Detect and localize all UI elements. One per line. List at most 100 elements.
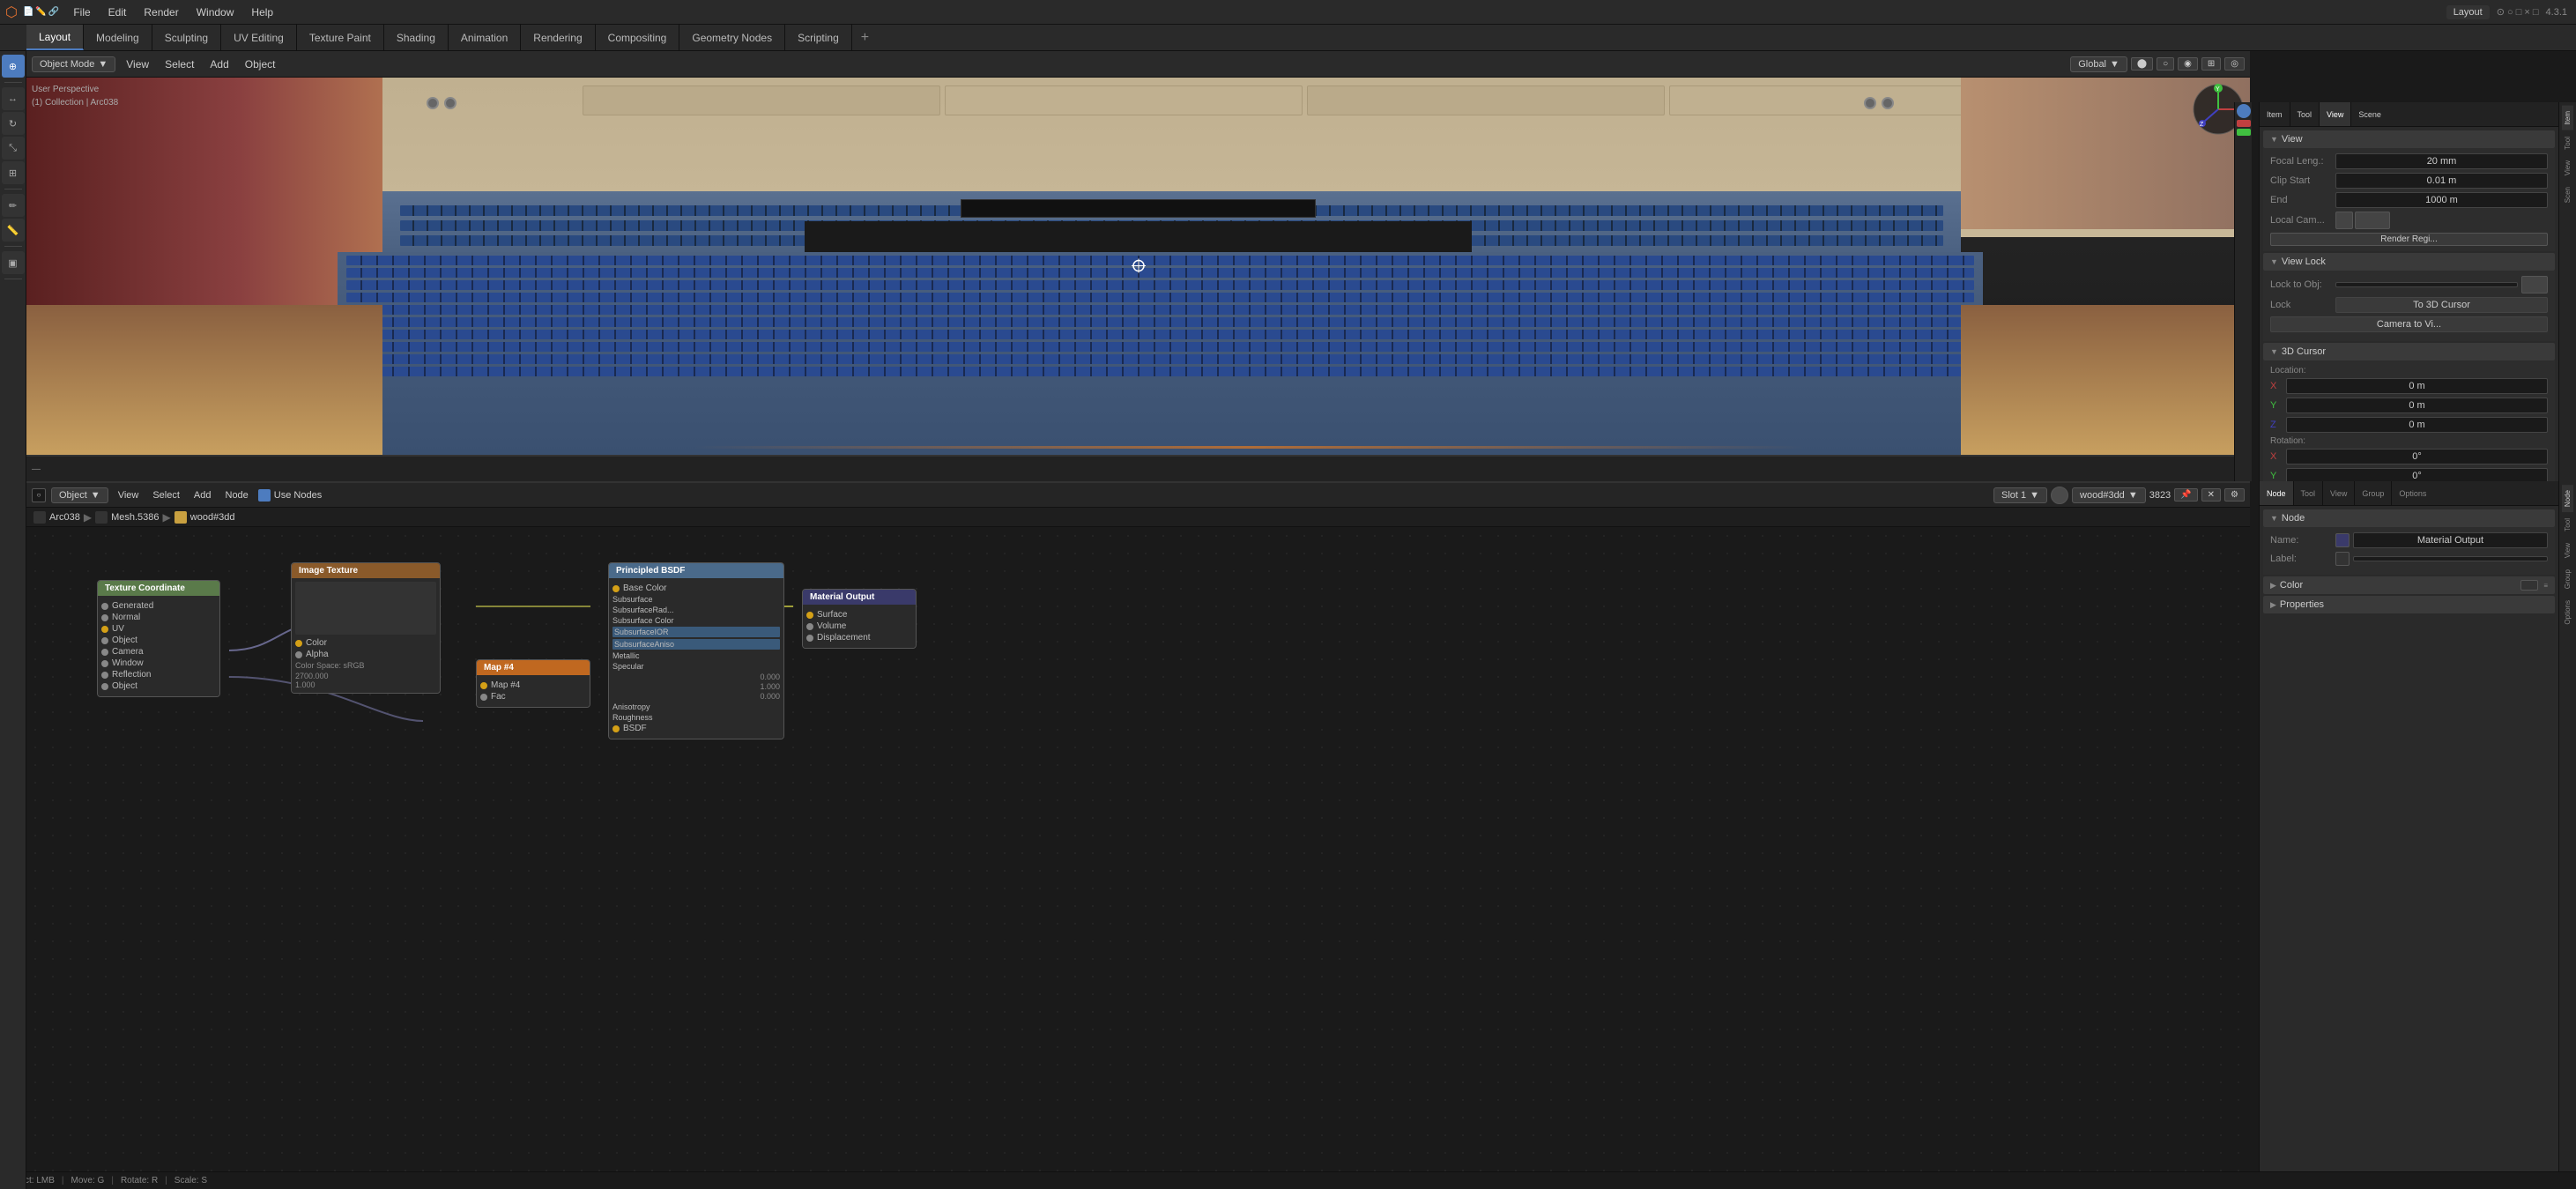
node-view-menu[interactable]: View xyxy=(114,483,144,507)
cursor-tool[interactable]: ⊕ xyxy=(2,55,25,78)
use-nodes-checkbox[interactable] xyxy=(258,489,271,502)
tab-shading[interactable]: Shading xyxy=(384,25,449,50)
viewport-gizmo-btn[interactable]: ◎ xyxy=(2224,57,2245,71)
node-name-input[interactable]: Material Output xyxy=(2353,532,2548,548)
local-cam-toggle[interactable] xyxy=(2335,212,2353,229)
menu-edit[interactable]: Edit xyxy=(100,0,136,24)
cursor-3d-header[interactable]: ▼ 3D Cursor xyxy=(2263,343,2555,360)
tab-layout[interactable]: Layout xyxy=(26,25,84,50)
color-options-icon[interactable]: ≡ xyxy=(2543,582,2548,590)
node-mode-dropdown[interactable]: Object ▼ xyxy=(51,487,108,503)
cursor-rx-input[interactable]: 0° xyxy=(2286,449,2548,464)
clip-start-input[interactable]: 0.01 m xyxy=(2335,173,2548,189)
far-tab-view[interactable]: View xyxy=(2562,155,2573,181)
tab-sculpting[interactable]: Sculpting xyxy=(152,25,221,50)
node-object-icon[interactable]: ○ xyxy=(32,488,46,502)
principled-bsdf-node[interactable]: Principled BSDF Base Color Subsurface Su… xyxy=(608,562,784,739)
menu-render[interactable]: Render xyxy=(135,0,187,24)
material-preview-btn[interactable] xyxy=(2237,129,2251,136)
view-mode-btn[interactable] xyxy=(2237,104,2251,118)
far-node-tab-tool[interactable]: Tool xyxy=(2562,513,2573,537)
node-tab-view[interactable]: View xyxy=(2323,481,2355,505)
viewport-shading-solid[interactable]: ⬤ xyxy=(2131,57,2153,71)
viewport-shading-material[interactable]: ○ xyxy=(2157,57,2174,71)
node-node-menu[interactable]: Node xyxy=(221,483,253,507)
lock-obj-toggle[interactable] xyxy=(2521,276,2548,294)
local-cam-select[interactable] xyxy=(2355,212,2390,229)
tab-texture-paint[interactable]: Texture Paint xyxy=(297,25,384,50)
texture-coordinate-node[interactable]: Texture Coordinate Generated Normal UV O… xyxy=(97,580,220,697)
tab-compositing[interactable]: Compositing xyxy=(596,25,680,50)
add-cube-tool[interactable]: ▣ xyxy=(2,251,25,274)
far-tab-item[interactable]: Item xyxy=(2562,106,2573,130)
node-tab-tool[interactable]: Tool xyxy=(2294,481,2324,505)
cursor-x-input[interactable]: 0 m xyxy=(2286,378,2548,394)
rotate-tool[interactable]: ↻ xyxy=(2,112,25,135)
render-preview-btn[interactable] xyxy=(2237,120,2251,127)
node-tab-group[interactable]: Group xyxy=(2355,481,2392,505)
cursor-y-input[interactable]: 0 m xyxy=(2286,398,2548,413)
tab-rendering[interactable]: Rendering xyxy=(521,25,595,50)
tab-animation[interactable]: Animation xyxy=(449,25,521,50)
node-options-btn[interactable]: ⚙ xyxy=(2224,488,2245,502)
node-canvas[interactable]: Texture Coordinate Generated Normal UV O… xyxy=(26,527,2250,1189)
node-add-menu[interactable]: Add xyxy=(189,483,216,507)
view-lock-header[interactable]: ▼ View Lock xyxy=(2263,253,2555,271)
viewport-3d[interactable]: User Perspective (1) Collection | Arc038 xyxy=(26,78,2250,457)
node-pin-btn[interactable]: 📌 xyxy=(2174,488,2197,502)
node-section-header[interactable]: ▼ Node xyxy=(2263,509,2555,527)
material-output-node[interactable]: Material Output Surface Volume Displacem… xyxy=(802,589,917,649)
viewport-shading-render[interactable]: ◉ xyxy=(2178,57,2198,71)
far-tab-scene[interactable]: Scen xyxy=(2562,182,2573,208)
transform-tool[interactable]: ⊞ xyxy=(2,161,25,184)
menu-window[interactable]: Window xyxy=(188,0,243,24)
far-node-tab-group[interactable]: Group xyxy=(2562,564,2573,594)
tab-tool[interactable]: Tool xyxy=(2290,102,2320,126)
node-label-input[interactable] xyxy=(2353,556,2548,561)
node-tab-node[interactable]: Node xyxy=(2260,481,2294,505)
lock-to-obj-input[interactable] xyxy=(2335,282,2518,287)
viewport-select-menu[interactable]: Select xyxy=(160,51,199,77)
image-texture-node[interactable]: Image Texture Color Alpha Color Space: s… xyxy=(291,562,441,694)
tab-scripting[interactable]: Scripting xyxy=(785,25,852,50)
tab-modeling[interactable]: Modeling xyxy=(84,25,152,50)
far-node-tab-options[interactable]: Options xyxy=(2562,595,2573,630)
view-section-header[interactable]: ▼ View xyxy=(2263,130,2555,148)
annotate-tool[interactable]: ✏ xyxy=(2,194,25,217)
menu-help[interactable]: Help xyxy=(242,0,282,24)
properties-section-header[interactable]: ▶ Properties xyxy=(2263,596,2555,613)
node-close-btn[interactable]: ✕ xyxy=(2201,488,2221,502)
cursor-z-input[interactable]: 0 m xyxy=(2286,417,2548,433)
use-nodes-toggle[interactable]: Use Nodes xyxy=(258,489,322,502)
camera-to-view-btn[interactable]: Camera to Vi... xyxy=(2270,316,2548,332)
tab-geometry-nodes[interactable]: Geometry Nodes xyxy=(679,25,785,50)
tab-scene[interactable]: Scene xyxy=(2351,102,2388,126)
lock-to-cursor-btn[interactable]: To 3D Cursor xyxy=(2335,297,2548,313)
node-select-menu[interactable]: Select xyxy=(148,483,184,507)
viewport-object-menu[interactable]: Object xyxy=(240,51,281,77)
far-node-tab-node[interactable]: Node xyxy=(2562,485,2573,512)
slot-dropdown[interactable]: Slot 1 ▼ xyxy=(1993,487,2047,503)
clip-end-input[interactable]: 1000 m xyxy=(2335,192,2548,208)
node-tab-options[interactable]: Options xyxy=(2392,481,2433,505)
tab-item[interactable]: Item xyxy=(2260,102,2290,126)
mode-dropdown[interactable]: Object Mode ▼ xyxy=(32,56,115,72)
color-options-btn[interactable] xyxy=(2520,580,2538,591)
viewport-view-menu[interactable]: View xyxy=(121,51,154,77)
viewport-add-menu[interactable]: Add xyxy=(204,51,234,77)
material-name-dropdown[interactable]: wood#3dd ▼ xyxy=(2072,487,2146,503)
scale-tool[interactable]: ⤡ xyxy=(2,137,25,160)
map4-node[interactable]: Map #4 Map #4 Fac xyxy=(476,659,590,708)
add-tab-button[interactable]: + xyxy=(852,30,878,46)
move-tool[interactable]: ↔ xyxy=(2,87,25,110)
measure-tool[interactable]: 📏 xyxy=(2,219,25,242)
color-section-header[interactable]: ▶ Color ≡ xyxy=(2263,576,2555,594)
far-node-tab-view[interactable]: View xyxy=(2562,538,2573,563)
tab-view[interactable]: View xyxy=(2320,102,2351,126)
menu-file[interactable]: File xyxy=(64,0,99,24)
focal-length-input[interactable]: 20 mm xyxy=(2335,153,2548,169)
render-region-btn[interactable]: Render Regi... xyxy=(2270,233,2548,246)
tab-uv-editing[interactable]: UV Editing xyxy=(221,25,297,50)
viewport-overlay-btn[interactable]: ⊞ xyxy=(2201,57,2221,71)
global-dropdown[interactable]: Global ▼ xyxy=(2070,56,2127,72)
